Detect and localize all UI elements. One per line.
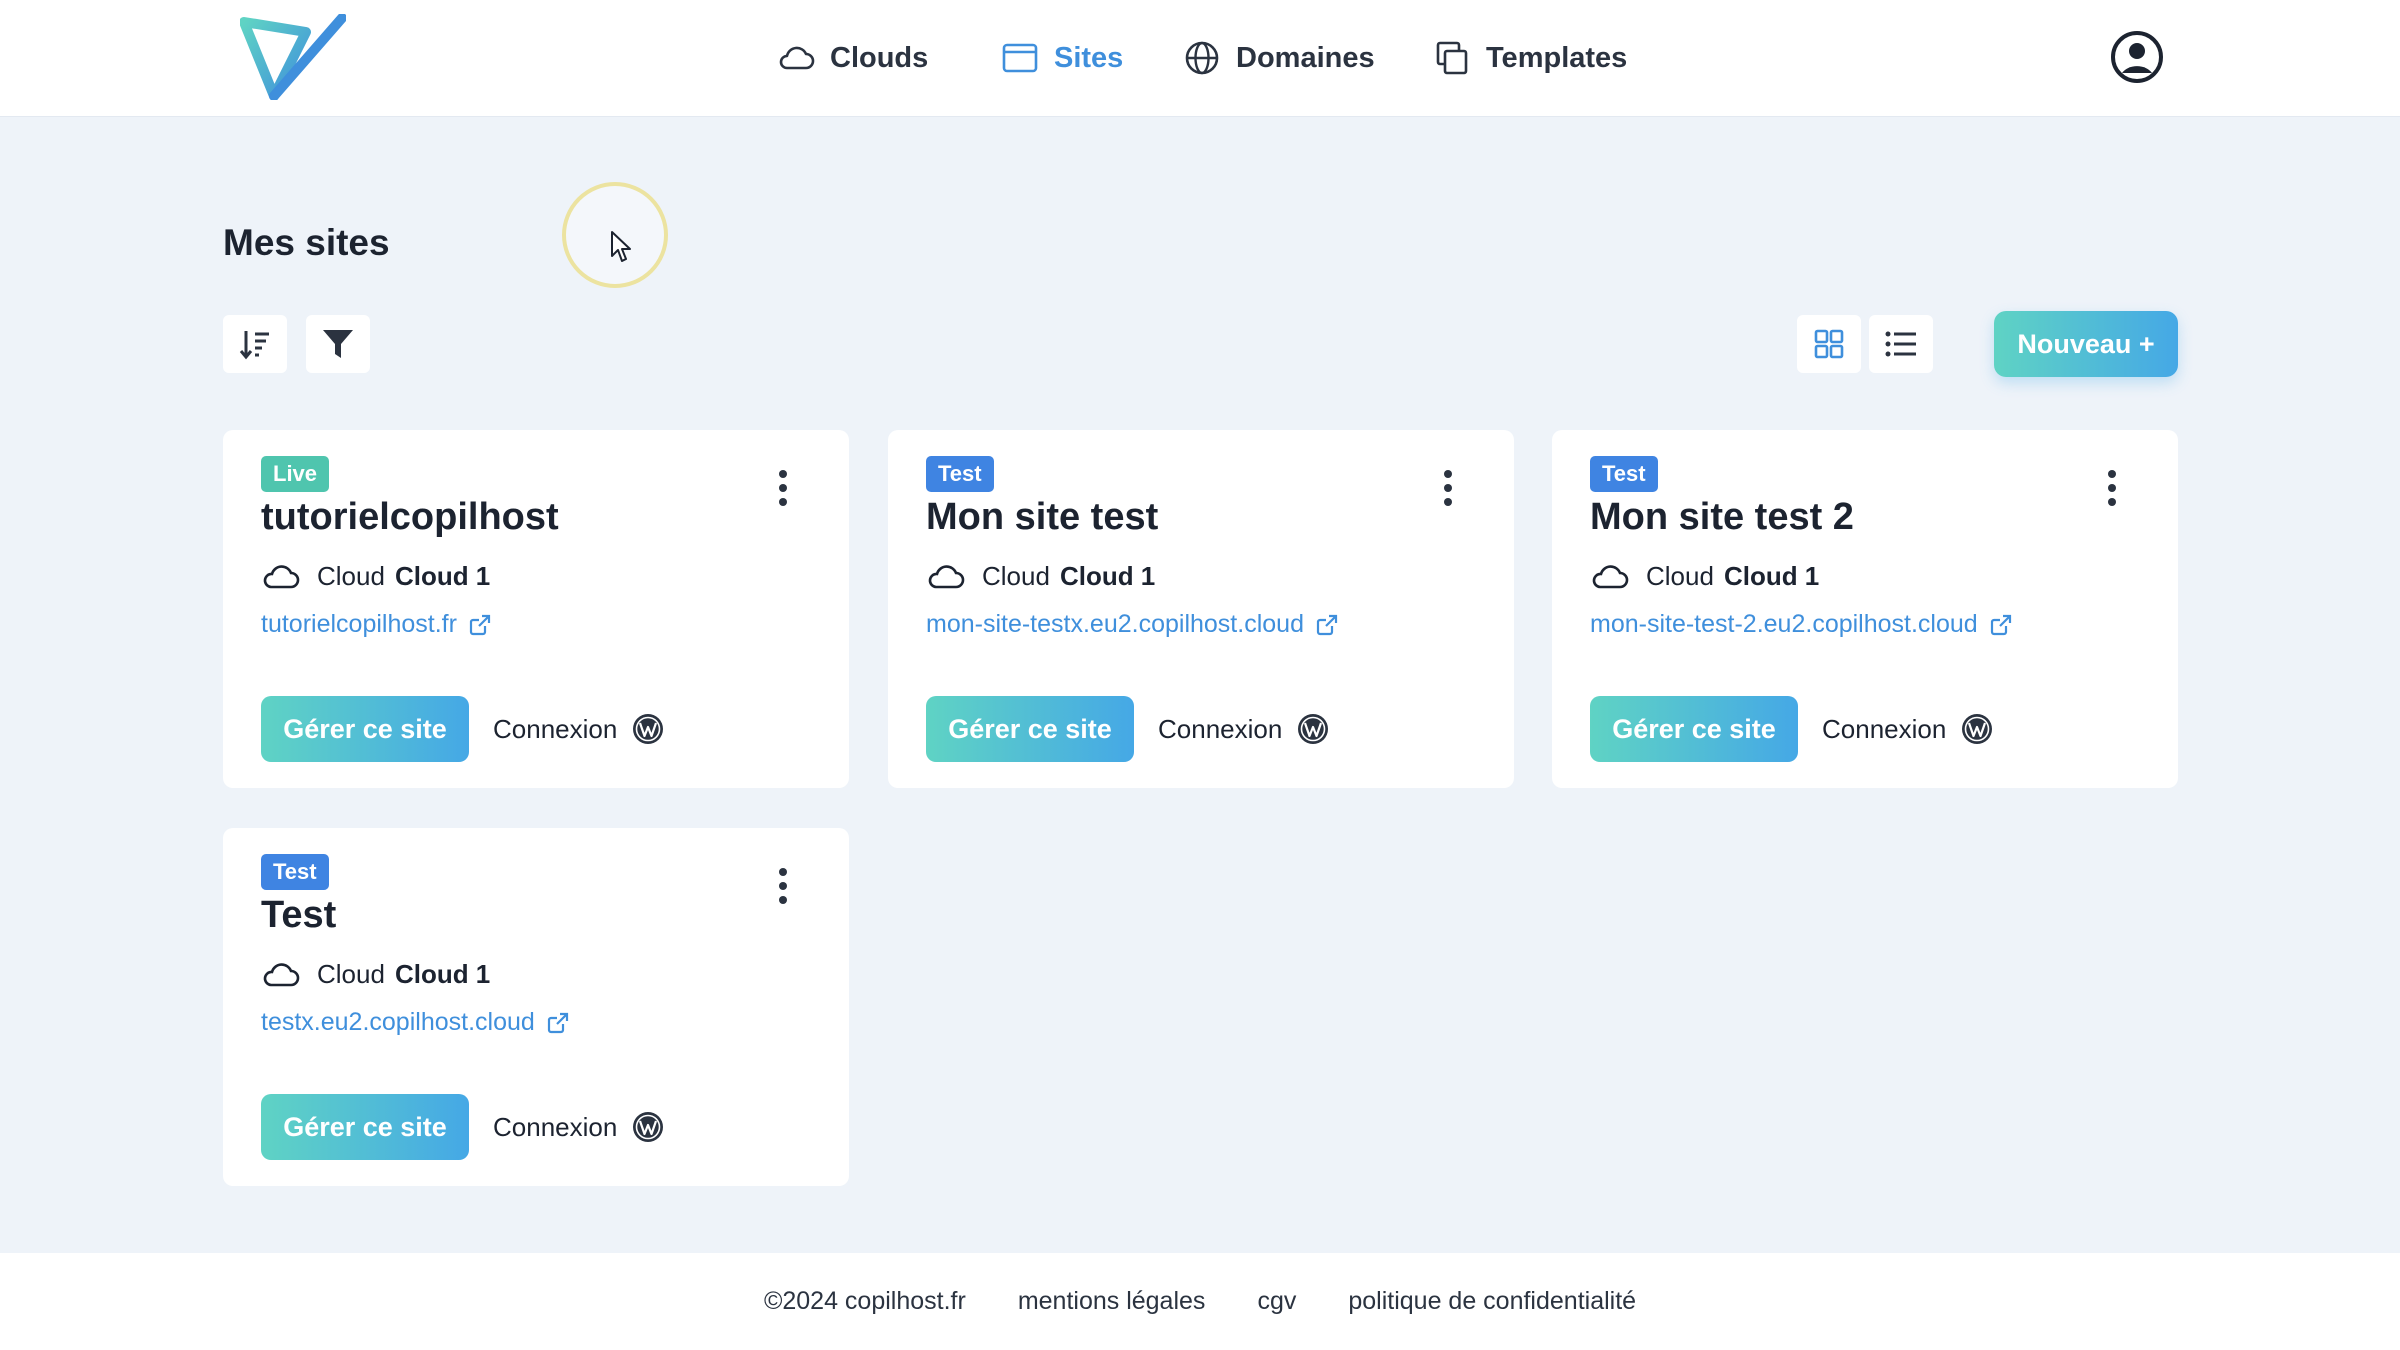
wp-login-button[interactable]: Connexion bbox=[1158, 696, 1330, 762]
list-view-button[interactable] bbox=[1869, 315, 1933, 373]
site-card: Test Mon site test Cloud Cloud 1 mon-sit… bbox=[888, 430, 1514, 788]
login-label: Connexion bbox=[493, 713, 618, 744]
wp-login-button[interactable]: Connexion bbox=[1822, 696, 1994, 762]
mouse-pointer-icon bbox=[611, 231, 631, 262]
manage-site-button[interactable]: Gérer ce site bbox=[926, 696, 1134, 762]
site-url-link[interactable]: testx.eu2.copilhost.cloud bbox=[261, 1008, 569, 1037]
nav-item-label: Sites bbox=[1054, 41, 1124, 74]
new-site-button[interactable]: Nouveau + bbox=[1994, 311, 2178, 377]
filter-icon bbox=[323, 330, 353, 358]
site-url: testx.eu2.copilhost.cloud bbox=[261, 1008, 535, 1036]
status-badge: Test bbox=[926, 456, 994, 492]
login-label: Connexion bbox=[1158, 713, 1283, 744]
cloud-name: Cloud 1 bbox=[394, 958, 491, 989]
cloud-label: Cloud bbox=[317, 560, 385, 591]
nav-item-label: Domaines bbox=[1236, 41, 1375, 74]
filter-button[interactable] bbox=[306, 315, 370, 373]
site-cloud: Cloud Cloud 1 bbox=[1590, 556, 1819, 596]
globe-icon bbox=[1185, 41, 1219, 75]
footer-link-cgv[interactable]: cgv bbox=[1257, 1287, 1296, 1316]
cloud-name: Cloud 1 bbox=[394, 560, 491, 591]
cloud-label: Cloud bbox=[982, 560, 1050, 591]
cloud-label: Cloud bbox=[1646, 560, 1714, 591]
sort-icon bbox=[239, 331, 269, 360]
site-name: Test bbox=[261, 894, 337, 936]
more-options-icon[interactable] bbox=[2102, 466, 2122, 510]
site-card: Test Mon site test 2 Cloud Cloud 1 mon-s… bbox=[1552, 430, 2178, 788]
cloud-icon bbox=[263, 963, 300, 987]
login-label: Connexion bbox=[1822, 713, 1947, 744]
footer-copyright: ©2024 copilhost.fr bbox=[763, 1287, 966, 1315]
site-url: mon-site-test-2.eu2.copilhost.cloud bbox=[1590, 610, 1978, 638]
footer-link-privacy[interactable]: politique de confidentialité bbox=[1348, 1287, 1636, 1316]
site-url: tutorielcopilhost.fr bbox=[261, 610, 457, 638]
cloud-label: Cloud bbox=[317, 958, 385, 989]
wp-login-button[interactable]: Connexion bbox=[493, 696, 665, 762]
site-cloud: Cloud Cloud 1 bbox=[926, 556, 1155, 596]
site-url: mon-site-testx.eu2.copilhost.cloud bbox=[926, 610, 1304, 638]
external-link-icon bbox=[1316, 614, 1338, 635]
site-card: Test Test Cloud Cloud 1 testx.eu2.copilh… bbox=[223, 828, 849, 1186]
page-title: Mes sites bbox=[223, 222, 390, 263]
main-nav: Clouds Sites Domaines Templates bbox=[0, 0, 2400, 117]
more-options-icon[interactable] bbox=[773, 864, 793, 908]
site-url-link[interactable]: tutorielcopilhost.fr bbox=[261, 610, 491, 639]
user-avatar-icon[interactable] bbox=[2110, 30, 2164, 84]
more-options-icon[interactable] bbox=[773, 466, 793, 510]
cloud-icon bbox=[928, 565, 965, 589]
cloud-name: Cloud 1 bbox=[1059, 560, 1156, 591]
cloud-icon bbox=[779, 46, 815, 70]
browser-window-icon bbox=[1002, 43, 1038, 73]
login-label: Connexion bbox=[493, 1111, 618, 1142]
site-cloud: Cloud Cloud 1 bbox=[261, 954, 490, 994]
grid-view-button[interactable] bbox=[1797, 315, 1861, 373]
nav-item-sites[interactable]: Sites bbox=[1000, 34, 1123, 82]
status-badge: Live bbox=[261, 456, 330, 492]
site-card: Live tutorielcopilhost Cloud Cloud 1 tut… bbox=[223, 430, 849, 788]
sort-button[interactable] bbox=[223, 315, 287, 373]
site-name: tutorielcopilhost bbox=[261, 496, 559, 538]
top-header: Clouds Sites Domaines Templates bbox=[0, 0, 2400, 117]
status-badge: Test bbox=[261, 854, 329, 890]
footer: ©2024 copilhost.fr mentions légales cgv … bbox=[0, 1253, 2400, 1350]
site-name: Mon site test 2 bbox=[1590, 496, 1854, 538]
nav-item-domaines[interactable]: Domaines bbox=[1182, 34, 1375, 82]
external-link-icon bbox=[547, 1012, 568, 1033]
more-options-icon[interactable] bbox=[1438, 466, 1458, 510]
site-url-link[interactable]: mon-site-test-2.eu2.copilhost.cloud bbox=[1590, 610, 2012, 639]
status-badge: Test bbox=[1590, 456, 1658, 492]
wp-login-button[interactable]: Connexion bbox=[493, 1094, 665, 1160]
list-icon bbox=[1885, 331, 1916, 357]
nav-item-label: Templates bbox=[1486, 41, 1628, 74]
grid-icon bbox=[1814, 329, 1844, 359]
copy-icon bbox=[1436, 41, 1468, 75]
wordpress-icon bbox=[1962, 714, 1993, 744]
wordpress-icon bbox=[633, 1112, 664, 1142]
wordpress-icon bbox=[1298, 714, 1329, 744]
nav-item-label: Clouds bbox=[830, 41, 929, 74]
nav-item-clouds[interactable]: Clouds bbox=[776, 34, 928, 82]
manage-site-button[interactable]: Gérer ce site bbox=[1590, 696, 1798, 762]
cloud-name: Cloud 1 bbox=[1723, 560, 1820, 591]
footer-links: ©2024 copilhost.fr mentions légales cgv … bbox=[0, 1253, 2400, 1350]
cloud-icon bbox=[1592, 565, 1629, 589]
manage-site-button[interactable]: Gérer ce site bbox=[261, 696, 469, 762]
site-url-link[interactable]: mon-site-testx.eu2.copilhost.cloud bbox=[926, 610, 1338, 639]
external-link-icon bbox=[1990, 614, 2011, 635]
site-name: Mon site test bbox=[926, 496, 1159, 538]
nav-item-templates[interactable]: Templates bbox=[1432, 34, 1627, 82]
external-link-icon bbox=[469, 614, 491, 635]
site-cloud: Cloud Cloud 1 bbox=[261, 556, 490, 596]
wordpress-icon bbox=[633, 714, 664, 744]
manage-site-button[interactable]: Gérer ce site bbox=[261, 1094, 469, 1160]
footer-link-mentions[interactable]: mentions légales bbox=[1018, 1287, 1206, 1316]
cloud-icon bbox=[263, 565, 300, 589]
